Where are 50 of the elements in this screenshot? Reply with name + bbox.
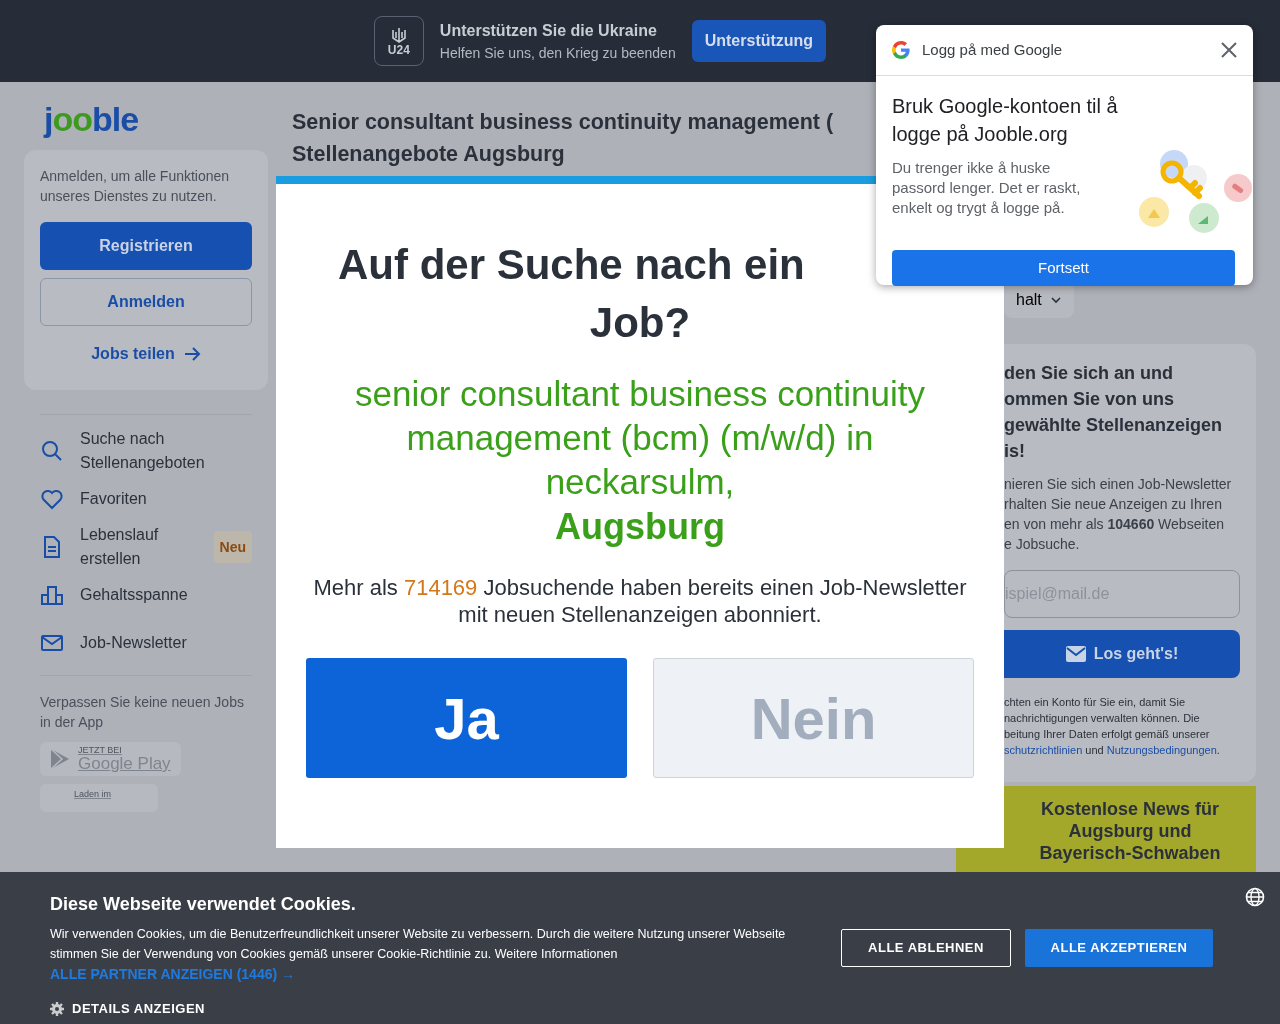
details-button[interactable]: DETAILS ANZEIGEN [50, 999, 205, 1019]
close-icon [1221, 42, 1237, 58]
yes-button[interactable]: Ja [306, 658, 627, 778]
search-query: senior consultant business continuity management (bcm) (m/w/d) in neckarsulm, [353, 373, 927, 503]
login-hint: Anmelden, um alle Funktionen unseres Dienstes zu nutzen. [40, 167, 231, 206]
popup-text: Du trenger ikke å huske passord lenger. Det er raskt, enkelt og trygt å logge på. [892, 158, 1082, 218]
popup-heading: Bruk Google-kontoen til å logge på Jooble.org [892, 94, 1119, 147]
gear-icon [50, 1001, 64, 1016]
sidebar-item[interactable]: Favoriten [24, 475, 268, 523]
u24-logo: U24 [373, 16, 424, 66]
register-button[interactable]: Registrieren [40, 222, 252, 270]
page-subtitle: Stellenangebote Augsburg [292, 141, 565, 168]
app-store-badge[interactable]: Laden im [40, 784, 158, 812]
reject-all-button[interactable]: ALLE ABLEHNEN [841, 929, 1011, 967]
envelope-icon [1065, 646, 1086, 662]
chevron-down-icon [1049, 295, 1062, 305]
continue-button[interactable]: Fortsett [892, 250, 1235, 286]
banner-title: Unterstützen Sie die Ukraine [439, 20, 658, 41]
sidebar-item[interactable]: Lebenslauf erstellen Neu [24, 523, 268, 571]
login-button[interactable]: Anmelden [40, 278, 252, 326]
search-location: Augsburg [554, 505, 726, 549]
sidebar-item[interactable]: Gehaltsspanne [24, 571, 268, 619]
logo[interactable]: jooble [24, 82, 268, 150]
support-button[interactable]: Unterstützung [691, 20, 827, 62]
sidebar-item[interactable]: Job-Newsletter [24, 619, 268, 667]
cookie-title: Diese Webseite verwendet Cookies. [50, 893, 357, 916]
heart-icon [40, 487, 64, 511]
popup-title: Logg på med Google [922, 39, 1063, 60]
newsletter-text: nieren Sie sich einen Job-Newsletter rhalten Sie neue Anzeigen zu Ihren en von mehr als 104660 Webseiten e Jobsuche. [1004, 475, 1233, 554]
terms-link[interactable]: Nutzungsbedingungen [1106, 744, 1217, 756]
search-icon [40, 439, 64, 463]
submit-button[interactable]: Los geht's! [1004, 630, 1240, 678]
terms-text: chten ein Konto für Sie ein, damit Sie nachrichtigungen verwalten können. Die beitung Ihrer Daten erfolgt gemäß unserer schutzrichtlinien und Nutzungsbedingungen. [1004, 695, 1221, 758]
page-title: Senior consultant business continuity management ( [292, 109, 834, 136]
arrow-icon [182, 345, 201, 363]
google-logo-icon [892, 41, 910, 59]
new-badge: Neu [213, 531, 252, 563]
sidebar-item[interactable]: Suche nach Stellenangeboten [24, 427, 268, 475]
bar-chart-icon [40, 583, 64, 607]
accept-all-button[interactable]: ALLE AKZEPTIEREN [1025, 929, 1213, 967]
globe-icon [1245, 887, 1265, 907]
dialog-heading: Auf der Suche nach ein Job? [337, 240, 806, 348]
share-jobs-link[interactable]: Jobs teilen [91, 342, 201, 366]
privacy-link[interactable]: schutzrichtlinien [1004, 744, 1083, 756]
close-button[interactable] [1221, 42, 1237, 58]
newsletter-heading: den Sie sich an und ommen Sie von uns gewählte Stellenanzeigen is! [1004, 362, 1224, 463]
app-hint: Verpassen Sie keine neuen Jobs in der App [39, 693, 245, 732]
subscriber-text: Mehr als 714169 Jobsuchende haben bereits einen Job-Newsletter mit neuen Stellenanzeigen abonniert. [312, 574, 968, 628]
cookie-text: Wir verwenden Cookies, um die Benutzerfreundlichkeit unserer Website zu verbessern. Durch die weitere Nutzung unserer Webseite stimmen Sie der Verwendung von Cookies gemäß unserer Cookie-Richtlinie zu. Weitere Informationen [50, 926, 787, 963]
banner-subtitle: Helfen Sie uns, den Krieg zu beenden [439, 43, 676, 63]
